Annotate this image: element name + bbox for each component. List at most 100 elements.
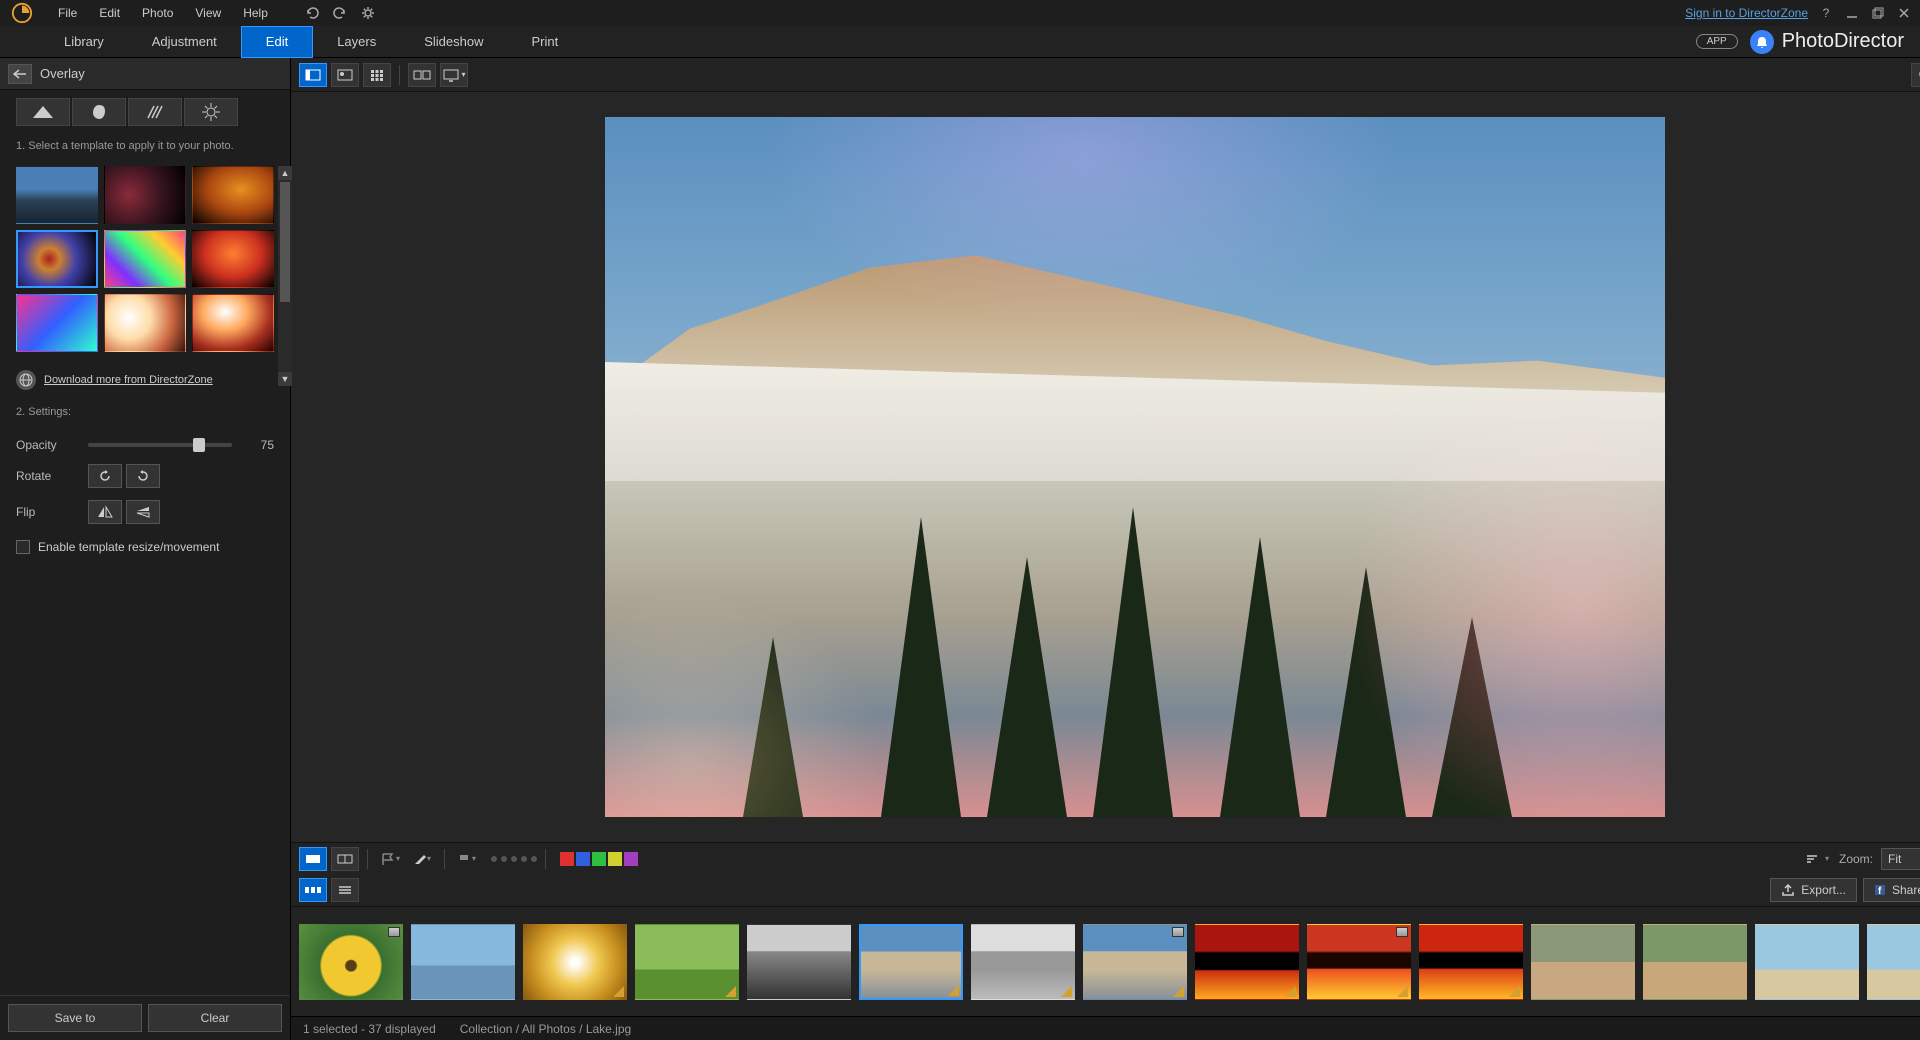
filmstrip-thumb[interactable] bbox=[635, 924, 739, 1000]
template-scrollbar[interactable]: ▲ ▼ bbox=[278, 166, 292, 386]
content-area: ▾ bbox=[291, 58, 1920, 1040]
filmstrip-thumb[interactable] bbox=[1867, 924, 1920, 1000]
view-toolbar: ▾ bbox=[291, 58, 1920, 92]
help-icon[interactable]: ? bbox=[1818, 5, 1834, 21]
scroll-thumb[interactable] bbox=[280, 182, 290, 302]
filmstrip-thumb[interactable] bbox=[1755, 924, 1859, 1000]
template-item[interactable] bbox=[192, 230, 274, 288]
app-badge[interactable]: APP bbox=[1696, 34, 1738, 49]
compare-view-button[interactable] bbox=[331, 63, 359, 87]
filmstrip[interactable] bbox=[291, 906, 1920, 1016]
template-item[interactable] bbox=[16, 294, 98, 352]
single-view-button[interactable] bbox=[299, 63, 327, 87]
scroll-down-icon[interactable]: ▼ bbox=[278, 372, 292, 386]
template-item[interactable] bbox=[16, 230, 98, 288]
rotate-label: Rotate bbox=[16, 469, 76, 483]
close-icon[interactable] bbox=[1896, 5, 1912, 21]
tab-library[interactable]: Library bbox=[40, 26, 128, 58]
flip-horizontal-button[interactable] bbox=[88, 500, 122, 524]
filmstrip-thumb[interactable] bbox=[971, 924, 1075, 1000]
filmstrip-thumb[interactable] bbox=[1643, 924, 1747, 1000]
sort-button[interactable]: ▾ bbox=[1803, 847, 1831, 871]
color-purple[interactable] bbox=[624, 852, 638, 866]
clear-button[interactable]: Clear bbox=[148, 1004, 282, 1032]
flip-vertical-button[interactable] bbox=[126, 500, 160, 524]
zoom-select[interactable]: Fit▼ bbox=[1881, 848, 1920, 870]
rotate-cw-button[interactable] bbox=[88, 464, 122, 488]
back-button[interactable] bbox=[8, 64, 32, 84]
filmstrip-thumb[interactable] bbox=[1307, 924, 1411, 1000]
download-more-link[interactable]: Download more from DirectorZone bbox=[0, 360, 290, 400]
zoom-tool-button[interactable] bbox=[1911, 63, 1920, 87]
minimize-icon[interactable] bbox=[1844, 5, 1860, 21]
undo-icon[interactable] bbox=[302, 3, 322, 23]
filter-flagged-button[interactable]: ▾ bbox=[376, 847, 404, 871]
filmstrip-thumb-button[interactable] bbox=[299, 878, 327, 902]
tab-slideshow[interactable]: Slideshow bbox=[400, 26, 507, 58]
mirror-mode-button[interactable] bbox=[408, 63, 436, 87]
template-item[interactable] bbox=[104, 166, 186, 224]
menu-help[interactable]: Help bbox=[233, 2, 278, 24]
tab-layers[interactable]: Layers bbox=[313, 26, 400, 58]
quick-tools bbox=[302, 3, 378, 23]
filmstrip-thumb[interactable] bbox=[1419, 924, 1523, 1000]
template-item[interactable] bbox=[192, 294, 274, 352]
menu-edit[interactable]: Edit bbox=[89, 2, 130, 24]
filter-bar: ▾ ▾ ▾ ▾ Zoom: Fit▼ bbox=[291, 842, 1920, 874]
settings-icon[interactable] bbox=[358, 3, 378, 23]
filmstrip-thumb[interactable] bbox=[411, 924, 515, 1000]
color-blue[interactable] bbox=[576, 852, 590, 866]
filmstrip-thumb[interactable] bbox=[1083, 924, 1187, 1000]
grunge-icon[interactable] bbox=[72, 98, 126, 126]
light-leak-icon[interactable] bbox=[16, 98, 70, 126]
template-item[interactable] bbox=[104, 230, 186, 288]
titlebar-right: Sign in to DirectorZone ? bbox=[1685, 5, 1912, 21]
enable-resize-checkbox[interactable] bbox=[16, 540, 30, 554]
tab-print[interactable]: Print bbox=[508, 26, 583, 58]
template-item[interactable] bbox=[104, 294, 186, 352]
rating-filter[interactable] bbox=[491, 856, 537, 862]
zoom-label: Zoom: bbox=[1839, 852, 1873, 866]
export-button[interactable]: Export... bbox=[1770, 878, 1857, 902]
tab-edit[interactable]: Edit bbox=[241, 26, 313, 58]
notification-icon[interactable] bbox=[1750, 30, 1774, 54]
hide-filmstrip-button[interactable] bbox=[331, 847, 359, 871]
lens-flare-icon[interactable] bbox=[184, 98, 238, 126]
redo-icon[interactable] bbox=[330, 3, 350, 23]
filmstrip-thumb[interactable] bbox=[1531, 924, 1635, 1000]
filmstrip-thumb[interactable] bbox=[1195, 924, 1299, 1000]
filmstrip-thumb[interactable] bbox=[747, 924, 851, 1000]
color-red[interactable] bbox=[560, 852, 574, 866]
filter-label-button[interactable]: ▾ bbox=[453, 847, 481, 871]
filmstrip-thumb[interactable] bbox=[859, 924, 963, 1000]
rotate-ccw-button[interactable] bbox=[126, 464, 160, 488]
color-green[interactable] bbox=[592, 852, 606, 866]
show-filmstrip-button[interactable] bbox=[299, 847, 327, 871]
tab-adjustment[interactable]: Adjustment bbox=[128, 26, 241, 58]
menu-photo[interactable]: Photo bbox=[132, 2, 183, 24]
signin-link[interactable]: Sign in to DirectorZone bbox=[1685, 6, 1808, 20]
template-item[interactable] bbox=[192, 166, 274, 224]
scroll-up-icon[interactable]: ▲ bbox=[278, 166, 292, 180]
opacity-slider[interactable] bbox=[88, 443, 232, 447]
menu-file[interactable]: File bbox=[48, 2, 87, 24]
grid-view-button[interactable] bbox=[363, 63, 391, 87]
download-more-label: Download more from DirectorZone bbox=[44, 374, 213, 386]
scratch-icon[interactable] bbox=[128, 98, 182, 126]
photo-canvas[interactable] bbox=[605, 117, 1665, 817]
titlebar: File Edit Photo View Help Sign in to Dir… bbox=[0, 0, 1920, 26]
menu-view[interactable]: View bbox=[185, 2, 231, 24]
color-label-filter bbox=[560, 852, 638, 866]
flip-label: Flip bbox=[16, 505, 76, 519]
share-button[interactable]: fShare... bbox=[1863, 878, 1920, 902]
save-to-button[interactable]: Save to bbox=[8, 1004, 142, 1032]
maximize-icon[interactable] bbox=[1870, 5, 1886, 21]
color-yellow[interactable] bbox=[608, 852, 622, 866]
filmstrip-thumb[interactable] bbox=[299, 924, 403, 1000]
filmstrip-list-button[interactable] bbox=[331, 878, 359, 902]
filter-edited-button[interactable]: ▾ bbox=[408, 847, 436, 871]
template-original[interactable] bbox=[16, 166, 98, 224]
secondary-display-button[interactable]: ▾ bbox=[440, 63, 468, 87]
overlay-category-row bbox=[0, 90, 290, 134]
filmstrip-thumb[interactable] bbox=[523, 924, 627, 1000]
